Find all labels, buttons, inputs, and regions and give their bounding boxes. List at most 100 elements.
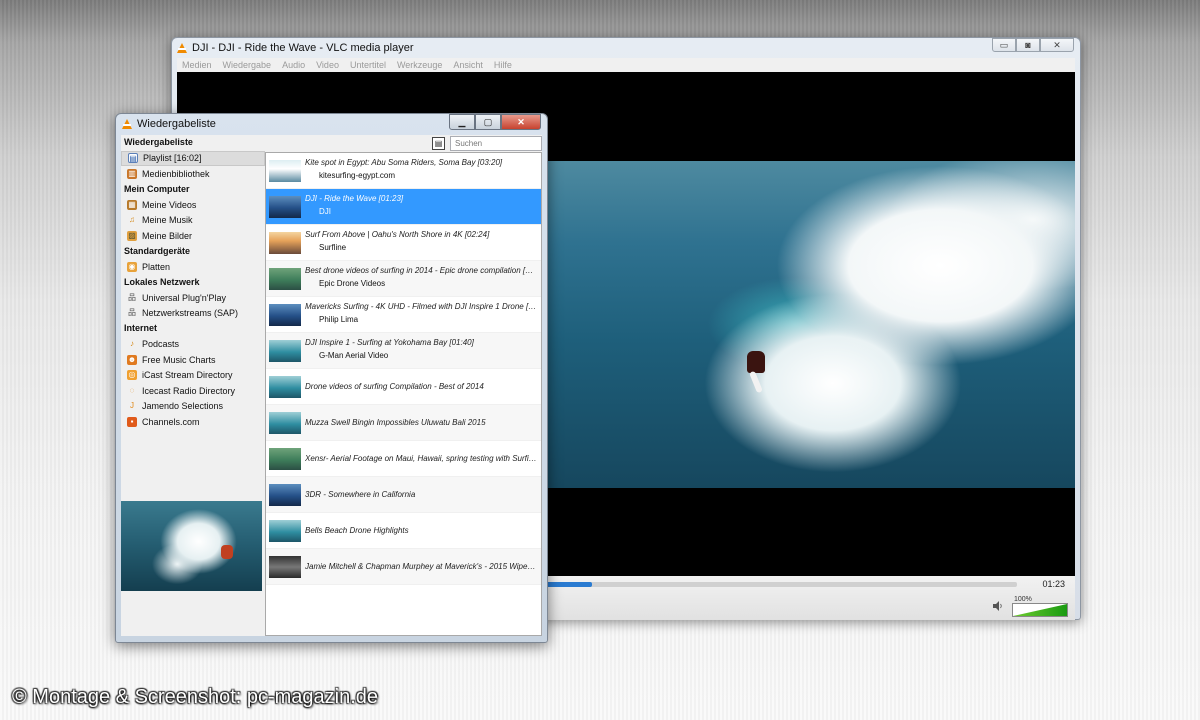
playlist-item-title: Drone videos of surfing Compilation - Be…	[305, 382, 484, 391]
sidebar-item-label: Netzwerkstreams (SAP)	[142, 308, 239, 319]
vlc-cone-icon	[177, 42, 187, 54]
sidebar-item-playlist-16-02[interactable]: ▤ Playlist [16:02]	[121, 150, 265, 166]
minimize-icon[interactable]: ▁	[449, 114, 475, 130]
sidebar-item-meine-bilder[interactable]: ▨ Meine Bilder	[121, 228, 265, 244]
playlist-row[interactable]: Bells Beach Drone Highlights	[266, 513, 541, 549]
sidebar-heading: Standardgeräte	[124, 245, 191, 256]
network-icon: 品	[128, 308, 136, 318]
video-thumbnail	[269, 520, 301, 542]
playlist-row[interactable]: Muzza Swell Bingin Impossibles Uluwatu B…	[266, 405, 541, 441]
playlist-item-artist: Philip Lima	[319, 315, 359, 324]
icast-icon: ◎	[127, 370, 137, 381]
sidebar-item-platten[interactable]: ◉ Platten	[121, 259, 265, 275]
video-thumbnail	[269, 196, 301, 218]
sidebar-heading: Wiedergabeliste	[124, 137, 193, 147]
sidebar-item-icast-stream-directory[interactable]: ◎ iCast Stream Directory	[121, 368, 265, 384]
playlist-item-artist: kitesurfing-egypt.com	[319, 171, 396, 180]
sidebar-item-label: Free Music Charts	[142, 354, 216, 365]
sidebar-item-label: Jamendo Selections	[142, 401, 224, 412]
video-frame	[537, 161, 1075, 488]
playlist-item-artist: DJI	[319, 207, 331, 216]
playlist-caption-buttons: ▁ ▢ ✕	[449, 114, 541, 130]
playlist-row[interactable]: Surf From Above | Oahu's North Shore in …	[266, 225, 541, 261]
playlist-row[interactable]: DJI Inspire 1 - Surfing at Yokohama Bay …	[266, 333, 541, 369]
playlist-body: Wiedergabeliste ▤ Playlist [16:02] ▥ Medienb…	[121, 135, 542, 636]
video-thumbnail	[269, 556, 301, 578]
view-mode-icon[interactable]: ▤	[432, 137, 445, 150]
video-thumbnail	[269, 340, 301, 362]
playlist-window: Wiedergabeliste ▁ ▢ ✕ Wiedergabeliste ▤ Pl…	[115, 113, 548, 643]
sidebar-item-universal-plug-n-play[interactable]: 品 Universal Plug'n'Play	[121, 290, 265, 306]
sidebar-item-label: Meine Musik	[142, 215, 193, 226]
sidebar-item-icecast-radio-directory[interactable]: ◌ Icecast Radio Directory	[121, 383, 265, 399]
sidebar-item-free-music-charts[interactable]: ☻ Free Music Charts	[121, 352, 265, 368]
podcast-icon: ♪	[130, 339, 134, 349]
menu-item-ansicht[interactable]: Ansicht	[453, 60, 483, 70]
menu-item-medien[interactable]: Medien	[182, 60, 212, 70]
sidebar-item-meine-videos[interactable]: ▦ Meine Videos	[121, 197, 265, 213]
maximize-icon[interactable]: ▢	[475, 114, 501, 130]
playlist-item-title: Kite spot in Egypt: Abu Soma Riders, Som…	[305, 158, 503, 167]
playlist-list: Kite spot in Egypt: Abu Soma Riders, Som…	[265, 152, 542, 636]
jamendo-icon: J	[130, 401, 134, 411]
sidebar-item-meine-musik[interactable]: ♫ Meine Musik	[121, 213, 265, 229]
search-input[interactable]	[450, 136, 542, 151]
playlist-item-title: Bells Beach Drone Highlights	[305, 526, 409, 535]
playlist-row[interactable]: Kite spot in Egypt: Abu Soma Riders, Som…	[266, 153, 541, 189]
playlist-row[interactable]: Jamie Mitchell & Chapman Murphey at Mave…	[266, 549, 541, 585]
volume-slider[interactable]	[1012, 603, 1068, 617]
radio-icon: ◌	[129, 385, 135, 395]
playlist-row[interactable]: Drone videos of surfing Compilation - Be…	[266, 369, 541, 405]
main-caption-buttons: ▭ ◙ ✕	[992, 38, 1074, 52]
video-thumbnail	[269, 160, 301, 182]
playlist-row[interactable]: 3DR - Somewhere in California	[266, 477, 541, 513]
sidebar-item-label: Podcasts	[142, 339, 180, 350]
sidebar-item-jamendo-selections[interactable]: J Jamendo Selections	[121, 399, 265, 415]
menu-item-audio[interactable]: Audio	[282, 60, 305, 70]
menu-bar: Medien Wiedergabe Audio Video Untertitel Werk…	[177, 58, 1075, 72]
volume-level	[1013, 604, 1067, 616]
sidebar-item-medienbibliothek[interactable]: ▥ Medienbibliothek	[121, 166, 265, 182]
snapshot-icon[interactable]: ◙	[1016, 38, 1040, 52]
sidebar-item-label: Channels.com	[142, 416, 200, 427]
menu-item-wiedergabe[interactable]: Wiedergabe	[223, 60, 272, 70]
sidebar-item-netzwerkstreams-sap[interactable]: 品 Netzwerkstreams (SAP)	[121, 306, 265, 322]
playlist-item-title: DJI - Ride the Wave [01:23]	[305, 194, 404, 203]
copyright-watermark: © Montage & Screenshot: pc-magazin.de	[12, 686, 379, 708]
sidebar-heading: Mein Computer	[124, 183, 190, 194]
video-thumbnail	[269, 484, 301, 506]
disc-icon: ◉	[127, 261, 137, 272]
playlist-item-title: Surf From Above | Oahu's North Shore in …	[305, 230, 490, 239]
playlist-row[interactable]: Best drone videos of surfing in 2014 - E…	[266, 261, 541, 297]
current-video-thumbnail	[121, 501, 262, 591]
close-icon[interactable]: ✕	[1040, 38, 1074, 52]
minimize-icon[interactable]: ▭	[992, 38, 1016, 52]
sidebar-item-label: iCast Stream Directory	[142, 370, 233, 381]
speaker-icon[interactable]	[993, 601, 1003, 611]
menu-item-hilfe[interactable]: Hilfe	[494, 60, 512, 70]
sidebar-item-podcasts[interactable]: ♪ Podcasts	[121, 337, 265, 353]
playlist-item-artist: Epic Drone Videos	[319, 279, 386, 288]
menu-item-untertitel[interactable]: Untertitel	[350, 60, 386, 70]
main-titlebar[interactable]: DJI - DJI - Ride the Wave - VLC media pl…	[172, 38, 1080, 58]
menu-item-video[interactable]: Video	[316, 60, 339, 70]
video-thumbnail	[269, 376, 301, 398]
video-thumbnail	[269, 232, 301, 254]
playlist-row[interactable]: Xensr- Aerial Footage on Maui, Hawaii, s…	[266, 441, 541, 477]
playlist-item-title: Mavericks Surfing - 4K UHD - Filmed with…	[305, 302, 537, 311]
sidebar-item-channels-com[interactable]: ▪ Channels.com	[121, 414, 265, 430]
surfer-figure	[221, 545, 233, 559]
playlist-titlebar[interactable]: Wiedergabeliste ▁ ▢ ✕	[116, 114, 547, 134]
main-window-title: DJI - DJI - Ride the Wave - VLC media pl…	[192, 42, 414, 54]
menu-item-werkzeuge[interactable]: Werkzeuge	[397, 60, 442, 70]
time-label: 01:23	[1042, 579, 1065, 589]
playlist-item-title: Muzza Swell Bingin Impossibles Uluwatu B…	[305, 418, 486, 427]
playlist-row[interactable]: Mavericks Surfing - 4K UHD - Filmed with…	[266, 297, 541, 333]
video-thumbnail	[269, 268, 301, 290]
picture-icon: ▨	[127, 230, 137, 241]
sidebar-item-label: Meine Videos	[142, 199, 197, 210]
sidebar-item-label: Playlist [16:02]	[143, 153, 202, 164]
channels-icon: ▪	[127, 416, 137, 427]
close-icon[interactable]: ✕	[501, 114, 541, 130]
playlist-row[interactable]: DJI - Ride the Wave [01:23] DJI	[266, 189, 541, 225]
